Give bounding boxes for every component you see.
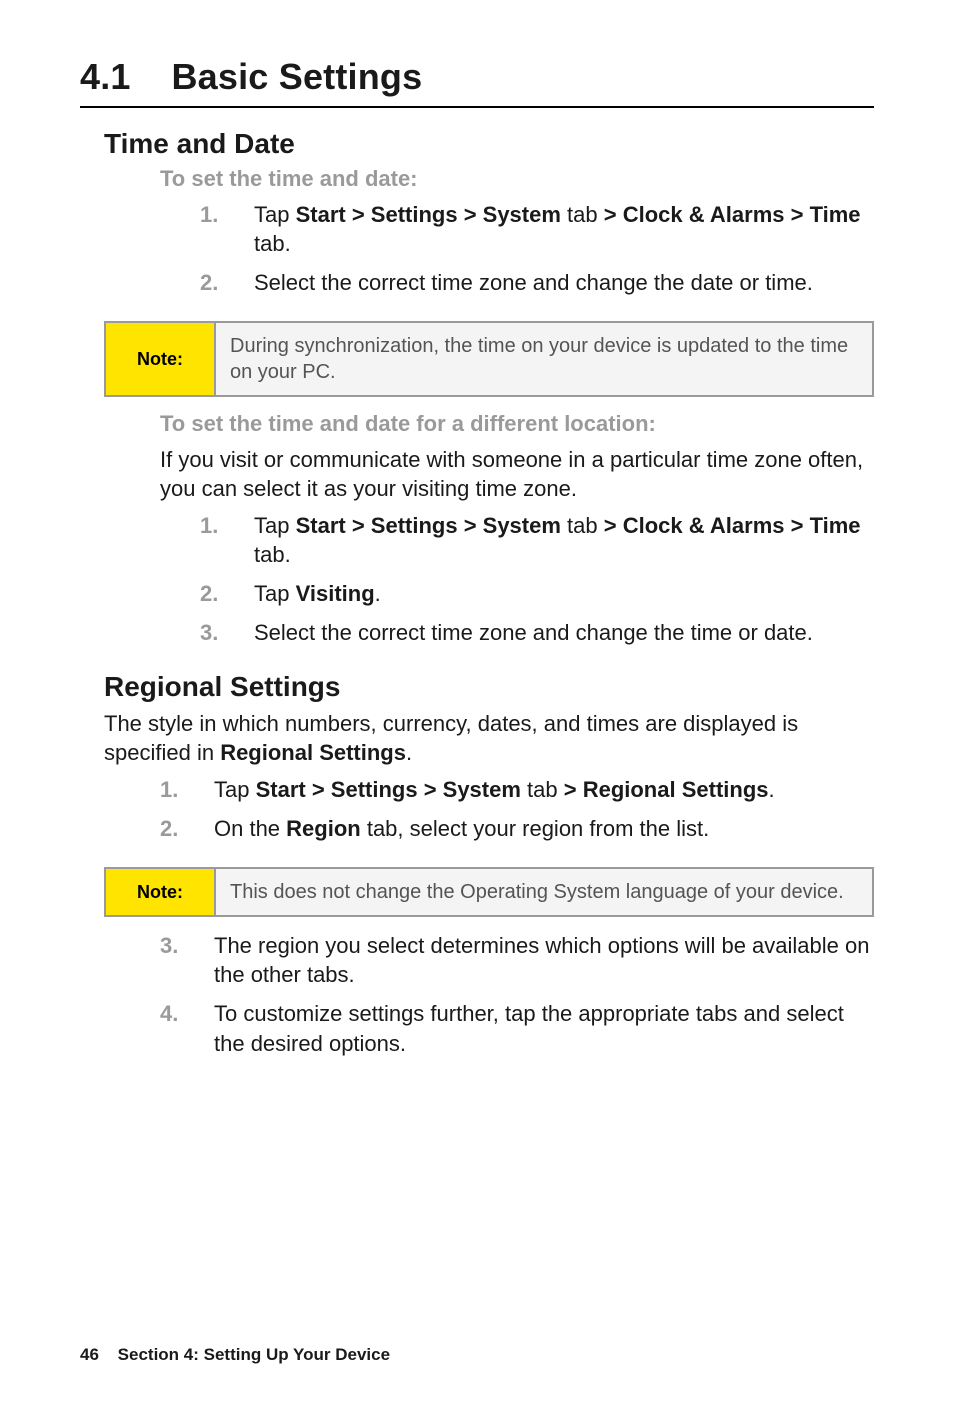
step-bold: Start > Settings > System <box>296 202 561 227</box>
step-text: Tap <box>254 513 296 538</box>
step-item: Tap Start > Settings > System tab > Regi… <box>160 775 874 814</box>
section-rule <box>80 106 874 108</box>
step-item: Tap Start > Settings > System tab > Cloc… <box>200 511 874 579</box>
step-text: Tap <box>254 202 296 227</box>
step-bold: > Regional Settings <box>564 777 769 802</box>
section-title: 4.1 Basic Settings <box>80 56 874 98</box>
intro-text: . <box>406 740 412 765</box>
step-item: Select the correct time zone and change … <box>200 618 874 657</box>
step-item: Tap Visiting. <box>200 579 874 618</box>
note-body: During synchronization, the time on your… <box>216 323 872 395</box>
step-text: tab. <box>254 542 291 567</box>
regional-intro: The style in which numbers, currency, da… <box>80 709 874 767</box>
step-text: . <box>375 581 381 606</box>
step-bold: Region <box>286 816 361 841</box>
steps-regional-a: Tap Start > Settings > System tab > Regi… <box>80 775 874 853</box>
steps-time-a: Tap Start > Settings > System tab > Cloc… <box>80 200 874 307</box>
step-text: tab <box>521 777 564 802</box>
diff-location-para: If you visit or communicate with someone… <box>80 445 874 503</box>
section-title-text: Basic Settings <box>171 56 422 97</box>
steps-time-b: Tap Start > Settings > System tab > Cloc… <box>80 511 874 657</box>
step-bold: Start > Settings > System <box>256 777 521 802</box>
step-bold: > Clock & Alarms > Time <box>604 513 861 538</box>
step-text: tab <box>561 513 604 538</box>
page: 4.1 Basic Settings Time and Date To set … <box>0 0 954 1413</box>
page-number: 46 <box>80 1345 99 1364</box>
step-text: tab. <box>254 231 291 256</box>
step-text: tab <box>561 202 604 227</box>
step-item: On the Region tab, select your region fr… <box>160 814 874 853</box>
footer-section-label: Section 4: Setting Up Your Device <box>118 1345 390 1364</box>
note-label: Note: <box>106 869 216 915</box>
step-text: Select the correct time zone and change … <box>254 620 813 645</box>
note-box: Note: During synchronization, the time o… <box>104 321 874 397</box>
note-box: Note: This does not change the Operating… <box>104 867 874 917</box>
step-text: Select the correct time zone and change … <box>254 270 813 295</box>
to-set-time-label: To set the time and date: <box>80 166 874 192</box>
note-body: This does not change the Operating Syste… <box>216 869 872 915</box>
step-item: Tap Start > Settings > System tab > Cloc… <box>200 200 874 268</box>
step-text: The region you select determines which o… <box>214 933 869 987</box>
step-bold: Start > Settings > System <box>296 513 561 538</box>
step-item: To customize settings further, tap the a… <box>160 999 874 1067</box>
step-item: The region you select determines which o… <box>160 931 874 999</box>
step-text: Tap <box>214 777 256 802</box>
section-number: 4.1 <box>80 56 131 97</box>
page-footer: 46 Section 4: Setting Up Your Device <box>80 1345 390 1365</box>
step-text: On the <box>214 816 286 841</box>
intro-text: The style in which numbers, currency, da… <box>104 711 798 765</box>
to-set-different-label: To set the time and date for a different… <box>80 411 874 437</box>
note-label: Note: <box>106 323 216 395</box>
steps-regional-b: The region you select determines which o… <box>80 931 874 1067</box>
step-text: . <box>769 777 775 802</box>
step-bold: Visiting <box>296 581 375 606</box>
step-text: Tap <box>254 581 296 606</box>
heading-time-and-date: Time and Date <box>80 128 874 160</box>
step-bold: > Clock & Alarms > Time <box>604 202 861 227</box>
intro-bold: Regional Settings <box>220 740 406 765</box>
heading-regional-settings: Regional Settings <box>80 671 874 703</box>
step-text: To customize settings further, tap the a… <box>214 1001 844 1055</box>
step-item: Select the correct time zone and change … <box>200 268 874 307</box>
step-text: tab, select your region from the list. <box>361 816 710 841</box>
